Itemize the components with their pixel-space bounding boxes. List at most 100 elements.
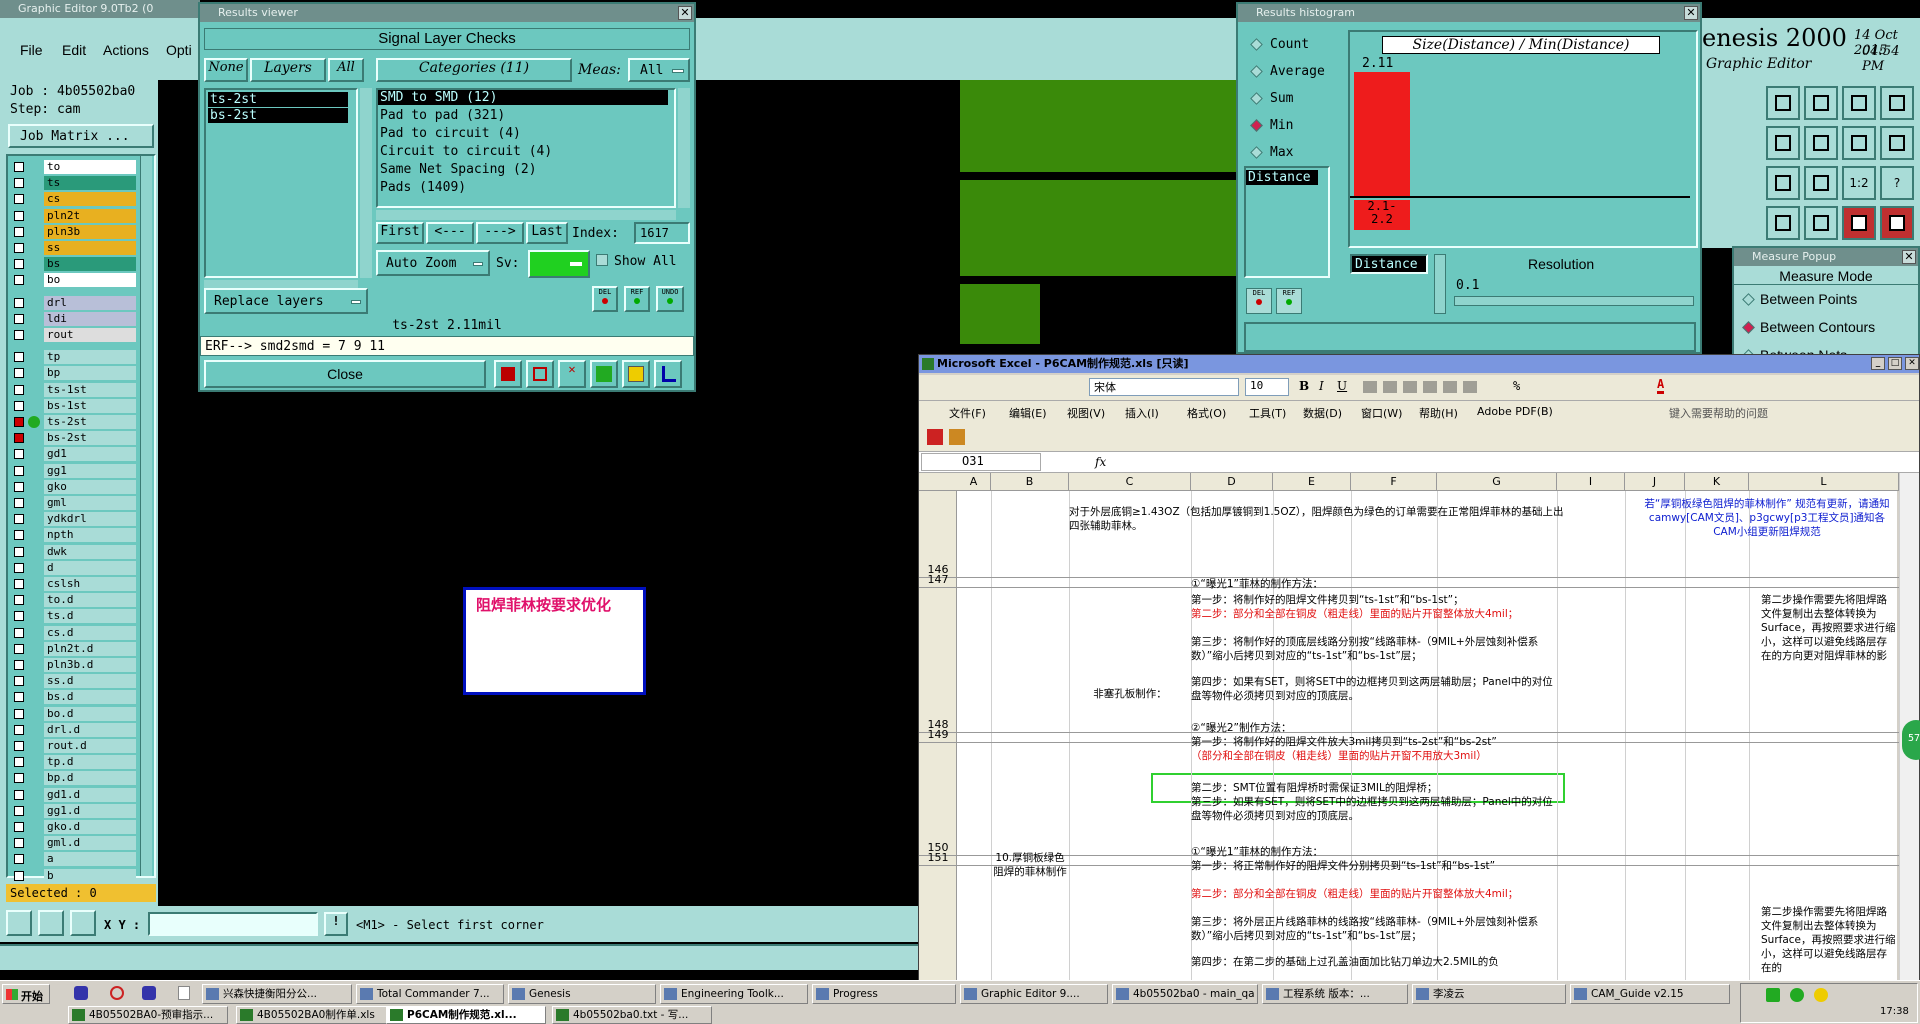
tool-icon-3[interactable]: ✕: [558, 360, 586, 388]
sv-color-select[interactable]: [528, 250, 590, 278]
index-input[interactable]: 1617: [634, 222, 690, 244]
layer-checkbox[interactable]: [14, 870, 24, 881]
layer-row-rout[interactable]: rout: [10, 328, 136, 342]
layers-vscroll[interactable]: [360, 88, 372, 278]
layers-none-button[interactable]: None: [204, 58, 248, 82]
taskbar-button[interactable]: Genesis: [508, 984, 656, 1004]
layer-checkbox[interactable]: [14, 757, 24, 768]
left-icon[interactable]: [1766, 126, 1800, 160]
layers-all-button[interactable]: All: [328, 58, 364, 82]
hist-ref-button[interactable]: REF: [1276, 288, 1302, 314]
measure-option[interactable]: Between Contours: [1738, 318, 1914, 338]
prev-button[interactable]: <---: [426, 222, 474, 244]
layer-row-pln3b.d[interactable]: pln3b.d: [10, 658, 136, 672]
layer-row-cs.d[interactable]: cs.d: [10, 625, 136, 640]
sheet-cell[interactable]: （部分和全部在铜皮（粗走线）里面的贴片开窗不用放大3mil）: [1191, 749, 1557, 763]
tool-icon-1[interactable]: [494, 360, 522, 388]
excel-menu-item[interactable]: 格式(O): [1187, 405, 1226, 421]
taskbar-button[interactable]: 李凌云: [1412, 984, 1566, 1004]
layer-row-a[interactable]: a: [10, 852, 136, 867]
layer-row-ts.d[interactable]: ts.d: [10, 609, 136, 624]
layer-checkbox[interactable]: [14, 384, 24, 395]
ratio-icon[interactable]: 1:2: [1842, 166, 1876, 200]
layer-row-bs.d[interactable]: bs.d: [10, 690, 136, 705]
layer-row-dwk[interactable]: dwk: [10, 544, 136, 559]
layer-checkbox[interactable]: [14, 275, 24, 286]
menu-edit[interactable]: Edit: [62, 42, 86, 58]
measure-tool-icon[interactable]: [38, 910, 64, 936]
layer-checkbox[interactable]: [14, 676, 24, 687]
measure-option[interactable]: Between Points: [1738, 290, 1914, 310]
excel-menu-item[interactable]: 窗口(W): [1361, 405, 1402, 421]
layer-row-d[interactable]: d: [10, 560, 136, 575]
font-name-select[interactable]: 宋体: [1089, 378, 1239, 396]
layer-row-pln2t[interactable]: pln2t: [10, 208, 136, 223]
window-icon[interactable]: [1880, 86, 1914, 120]
italic-button[interactable]: I: [1319, 379, 1324, 393]
xy-input[interactable]: [148, 912, 318, 936]
layer-checkbox[interactable]: [14, 498, 24, 508]
layer-checkbox[interactable]: [14, 259, 24, 270]
resize-icon[interactable]: [1880, 126, 1914, 160]
measure-popup-close-icon[interactable]: ✕: [1902, 250, 1916, 264]
layer-row-gg1[interactable]: gg1: [10, 463, 136, 478]
font-size-select[interactable]: 10: [1245, 378, 1289, 396]
taskbar-button[interactable]: 兴森快捷衡阳分公...: [202, 984, 352, 1004]
layer-checkbox[interactable]: [14, 627, 24, 638]
sheet-cell[interactable]: 第二步操作需要先将阻焊路文件复制出去整体转换为Surface，再按照要求进行缩小…: [1761, 593, 1897, 663]
menu-file[interactable]: File: [20, 42, 43, 58]
home-icon[interactable]: [1842, 86, 1876, 120]
sheet-cell[interactable]: 第四步：如果有SET，则将SET中的边框拷贝到这两层辅助层；Panel中的对位盘…: [1191, 675, 1557, 703]
layer-scrollbar[interactable]: [140, 156, 152, 876]
layer-row-tp[interactable]: tp: [10, 350, 136, 365]
layer-row-ss.d[interactable]: ss.d: [10, 674, 136, 689]
layer-row-npth[interactable]: npth: [10, 528, 136, 543]
info-button[interactable]: !: [324, 912, 348, 936]
layer-checkbox[interactable]: [14, 741, 24, 751]
results-viewer-close-icon[interactable]: ✕: [678, 6, 692, 20]
taskbar-button[interactable]: 4B05502BA0-预审指示...: [68, 1006, 228, 1024]
layer-checkbox[interactable]: [14, 449, 24, 460]
layer-row-gml[interactable]: gml: [10, 496, 136, 510]
categories-hscroll[interactable]: [376, 210, 676, 220]
layer-checkbox[interactable]: [14, 822, 24, 832]
hist-del-button[interactable]: DEL: [1246, 288, 1272, 314]
tool-icon-6[interactable]: [654, 360, 682, 388]
layer-checkbox[interactable]: [14, 400, 24, 411]
layer-row-pln2t.d[interactable]: pln2t.d: [10, 641, 136, 656]
excel-menu-item[interactable]: 编辑(E): [1009, 405, 1047, 421]
open-icon[interactable]: [1766, 86, 1800, 120]
layer-checkbox[interactable]: [14, 514, 24, 525]
taskbar-button[interactable]: 4B05502BA0制作单.xls: [236, 1006, 396, 1024]
shape-icon[interactable]: [1804, 206, 1838, 240]
font-color-icon[interactable]: A: [1657, 377, 1665, 394]
sheet-cell[interactable]: 10.厚铜板绿色阻焊的菲林制作: [991, 851, 1069, 879]
layer-row-ldi[interactable]: ldi: [10, 311, 136, 326]
layer-row-to.d[interactable]: to.d: [10, 593, 136, 608]
excel-menu-item[interactable]: 工具(T): [1249, 405, 1286, 421]
row-header[interactable]: 147: [921, 573, 955, 586]
taskbar-button[interactable]: Total Commander 7...: [356, 984, 504, 1004]
pdf-icon-2[interactable]: [949, 429, 965, 445]
tray-icon-2[interactable]: [1790, 988, 1804, 1002]
grid-icon[interactable]: [1880, 206, 1914, 240]
quicklaunch-icon-2[interactable]: [110, 986, 124, 1000]
hist-option-count[interactable]: Count: [1248, 36, 1338, 56]
menu-actions[interactable]: Actions: [103, 42, 149, 58]
layer-row-ydkdrl[interactable]: ydkdrl: [10, 512, 136, 527]
del-button[interactable]: DEL: [592, 286, 618, 312]
tool-icon-2[interactable]: [526, 360, 554, 388]
layer-checkbox[interactable]: [14, 178, 24, 189]
center-icon[interactable]: [1804, 166, 1838, 200]
sheet-cell[interactable]: 第一步：将制作好的阻焊文件拷贝到“ts-1st”和“bs-1st”；: [1191, 593, 1557, 607]
column-header[interactable]: J: [1625, 473, 1685, 491]
fingerprint-icon[interactable]: [1766, 206, 1800, 240]
auto-zoom-select[interactable]: Auto Zoom: [376, 250, 490, 276]
layer-row-drl[interactable]: drl: [10, 295, 136, 310]
layer-row-gko[interactable]: gko: [10, 479, 136, 494]
layer-row-ts-1st[interactable]: ts-1st: [10, 382, 136, 397]
category-item[interactable]: SMD to SMD (12): [378, 90, 668, 105]
sheet-cell[interactable]: 第四步：在第二步的基础上过孔盖油面加比钻刀单边大2.5MIL的负: [1191, 955, 1557, 969]
bold-button[interactable]: B: [1299, 379, 1309, 393]
tool-icon-4[interactable]: [590, 360, 618, 388]
